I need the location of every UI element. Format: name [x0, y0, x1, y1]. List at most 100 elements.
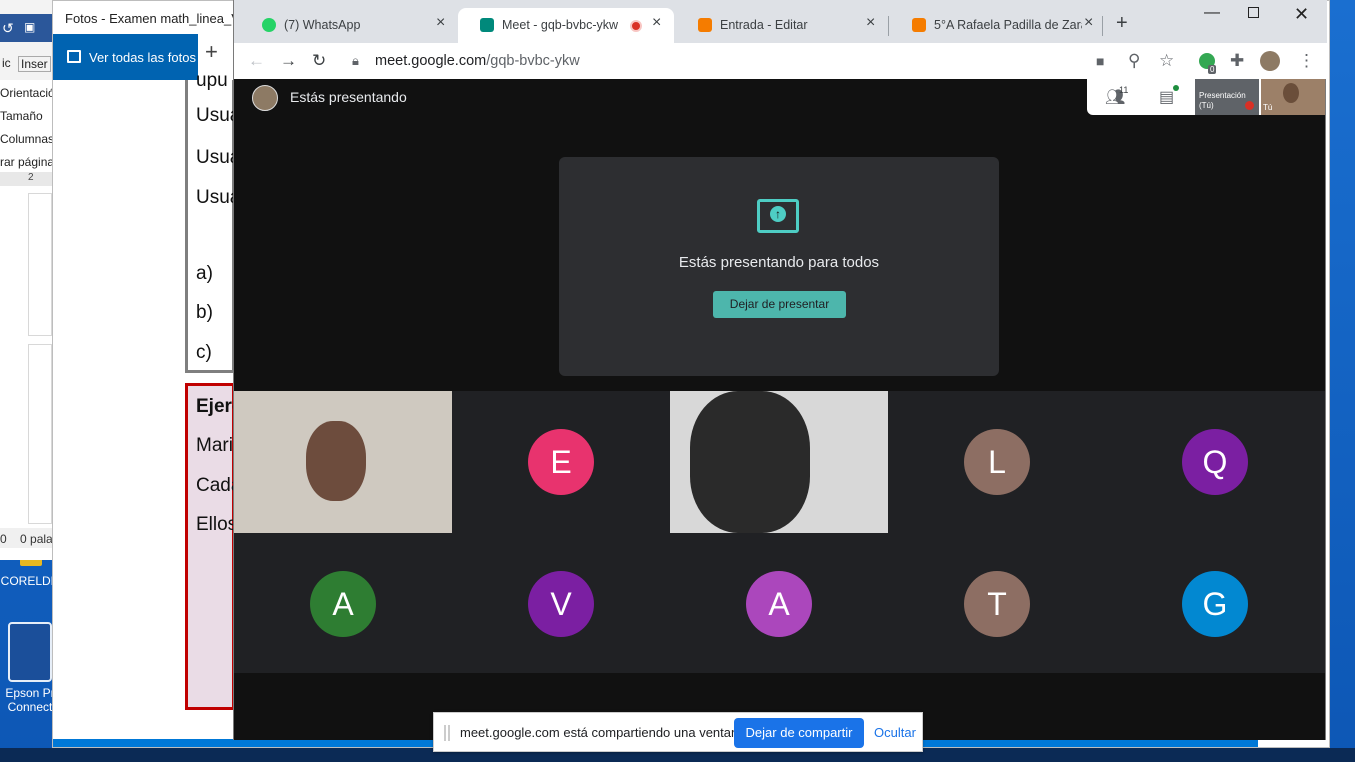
tab-whatsapp[interactable]: (7) WhatsApp × [240, 8, 456, 43]
avatar [252, 85, 278, 111]
participant-tile[interactable]: E [452, 391, 670, 533]
participant-tile[interactable]: G [1106, 533, 1324, 675]
participant-tile[interactable]: A [234, 533, 452, 675]
close-window-icon[interactable]: ✕ [1294, 4, 1309, 25]
document-box: upu Usua Usua Usua a) b) c) [185, 70, 240, 373]
presentation-thumbnail[interactable]: Presentación (Tú) [1195, 79, 1259, 115]
tab-blogger-class[interactable]: 5°A Rafaela Padilla de Zarago × [890, 8, 1102, 43]
menu-page-breaks[interactable]: rar página [0, 155, 54, 169]
recording-icon [630, 20, 642, 32]
participant-avatar: V [528, 571, 594, 637]
shared-document: upu Usua Usua Usua a) b) c) Ejerc Mari C… [185, 70, 242, 710]
thumb-label: Tú [1263, 103, 1273, 112]
stop-sharing-button[interactable]: Dejar de compartir [734, 718, 864, 748]
tab-label: Entrada - Editar [720, 18, 808, 32]
chat-notification-dot [1173, 85, 1179, 91]
participant-avatar: Q [1182, 429, 1248, 495]
word-window: ↺ ▣ ic Inser Orientació Tamaño Columnas … [0, 0, 60, 560]
close-icon[interactable]: × [436, 14, 445, 32]
self-video-thumbnail[interactable]: Tú [1261, 79, 1325, 115]
back-icon[interactable]: ← [248, 51, 265, 71]
tab-blogger-entry[interactable]: Entrada - Editar × [676, 8, 886, 43]
photos-title: Fotos - Examen math_linea_Vers [65, 11, 258, 26]
thumb-label: Presentación [1199, 91, 1246, 100]
profile-avatar[interactable] [1260, 51, 1280, 71]
participant-avatar: T [964, 571, 1030, 637]
desktop-icon-label: Epson Pr [5, 686, 55, 700]
maximize-icon[interactable] [1248, 7, 1259, 18]
doc-text: Mari [196, 435, 233, 456]
participant-avatar: A [746, 571, 812, 637]
participant-video-tile[interactable] [234, 391, 452, 533]
meet-icon [480, 18, 494, 32]
participant-tile[interactable]: T [888, 533, 1106, 675]
view-all-photos-label: Ver todas las fotos [89, 50, 196, 65]
camera-icon[interactable]: ■ [1096, 53, 1104, 69]
word-status-bar: 0 0 pala [0, 528, 60, 548]
menu-columns[interactable]: Columnas [0, 132, 54, 146]
participant-avatar: L [964, 429, 1030, 495]
participant-avatar: E [528, 429, 594, 495]
drag-handle[interactable] [444, 725, 450, 741]
stop-presenting-button[interactable]: Dejar de presentar [713, 291, 846, 318]
blogger-icon [912, 18, 926, 32]
desktop-icon-epson[interactable]: Epson Pr Connect [0, 622, 60, 714]
participant-tile[interactable]: Q [1106, 391, 1324, 533]
tab-separator [888, 16, 889, 36]
meet-area: Estás presentando 👥︎ 11 ▤ Presentación (… [234, 79, 1325, 740]
presenting-label: Estás presentando [290, 89, 407, 105]
tab-inicio[interactable]: ic [2, 56, 11, 70]
participants-count: 11 [1119, 85, 1129, 95]
add-icon[interactable]: + [205, 39, 218, 65]
tab-insertar[interactable]: Inser [18, 56, 51, 72]
presenting-card: ↑ Estás presentando para todos Dejar de … [559, 157, 999, 376]
doc-option: c) [196, 342, 212, 363]
tab-label: 5°A Rafaela Padilla de Zarago [934, 18, 1082, 32]
address-bar[interactable]: meet.google.com/gqb-bvbc-ykw [375, 53, 580, 69]
chrome-window: (7) WhatsApp × Meet - gqb-bvbc-ykw × Ent… [233, 0, 1327, 740]
hide-button[interactable]: Ocultar [874, 725, 916, 740]
sharing-message: meet.google.com está compartiendo una ve… [460, 725, 750, 740]
participant-avatar: A [310, 571, 376, 637]
participant-video-tile[interactable] [670, 391, 888, 533]
status-word-count: 0 pala [20, 532, 53, 546]
new-tab-button[interactable]: + [1116, 12, 1128, 35]
menu-orientation[interactable]: Orientació [0, 86, 55, 100]
status-page: 0 [0, 532, 7, 546]
view-all-photos-button[interactable]: Ver todas las fotos [53, 34, 198, 80]
tab-meet[interactable]: Meet - gqb-bvbc-ykw × [458, 8, 674, 43]
page-thumbnail[interactable] [28, 344, 52, 524]
puzzle-icon[interactable]: ✚ [1230, 51, 1244, 71]
photo-icon [67, 50, 81, 63]
minimize-icon[interactable]: — [1204, 4, 1220, 22]
toolbar: ← → ↻ 🔒︎ meet.google.com/gqb-bvbc-ykw ■ … [234, 43, 1327, 79]
reload-icon[interactable]: ↻ [312, 51, 326, 71]
chat-icon[interactable]: ▤ [1159, 87, 1174, 107]
close-icon[interactable]: × [866, 14, 875, 32]
menu-icon[interactable]: ⋮ [1298, 51, 1315, 71]
participant-tile[interactable]: V [452, 533, 670, 675]
participant-tile[interactable]: A [670, 533, 888, 675]
close-icon[interactable]: × [652, 14, 661, 32]
presenting-message: Estás presentando para todos [678, 254, 880, 271]
participant-tile[interactable]: L [888, 391, 1106, 533]
present-upload-icon: ↑ [757, 199, 799, 233]
tab-label: (7) WhatsApp [284, 18, 361, 32]
participant-avatar: G [1182, 571, 1248, 637]
page-thumbnail[interactable] [28, 193, 52, 336]
undo-icon[interactable]: ↺ [2, 20, 14, 37]
doc-text: upu [196, 70, 228, 91]
star-icon[interactable]: ☆ [1159, 51, 1174, 71]
word-quick-access: ↺ ▣ [0, 14, 60, 42]
tab-separator [1102, 16, 1103, 36]
zoom-icon[interactable]: ⚲ [1128, 51, 1140, 71]
url-path: /gqb-bvbc-ykw [486, 53, 580, 69]
forward-icon[interactable]: → [280, 51, 297, 71]
menu-size[interactable]: Tamaño [0, 109, 43, 123]
extension-badge: 0 [1208, 65, 1217, 74]
close-icon[interactable]: × [1084, 14, 1093, 32]
meet-top-panel: 👥︎ 11 ▤ Presentación (Tú) Tú [1087, 79, 1325, 115]
blogger-icon [698, 18, 712, 32]
clipboard-icon[interactable]: ▣ [24, 20, 35, 34]
desktop-icon-label: CORELDR [0, 574, 60, 588]
